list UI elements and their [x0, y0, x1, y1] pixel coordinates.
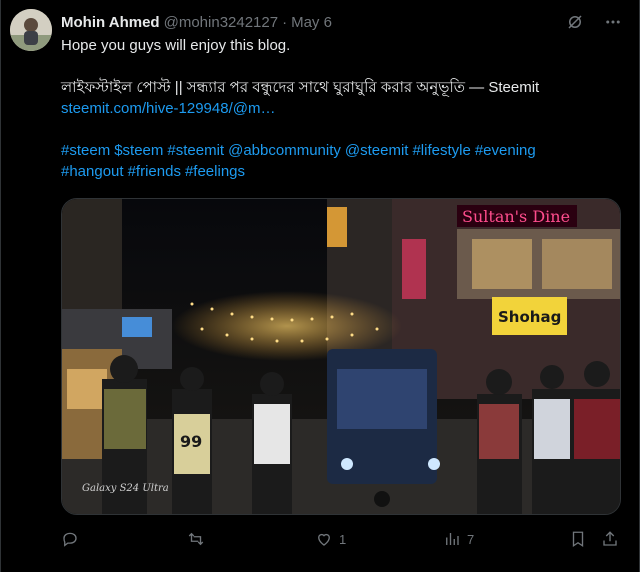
- hashtag[interactable]: #steem: [61, 142, 110, 159]
- night-street-photo: Sultan's Dine Shohag 99 Galaxy S24 Ultra: [62, 199, 620, 514]
- hashtag[interactable]: #feelings: [185, 163, 245, 180]
- like-icon: [318, 533, 330, 546]
- avatar[interactable]: [10, 9, 52, 51]
- views-button[interactable]: 7: [443, 530, 474, 548]
- mention[interactable]: @abbcommunity: [228, 142, 341, 159]
- camera-watermark: Galaxy S24 Ultra: [82, 483, 169, 494]
- share-icon: [603, 531, 617, 546]
- like-count: 1: [339, 531, 347, 547]
- bookmark-icon: [572, 531, 584, 548]
- share-button[interactable]: [601, 530, 619, 548]
- tweet-line-2: লাইফস্টাইল পোস্ট || সন্ধ্যার পর বন্ধুদের…: [61, 79, 540, 96]
- tweet-actions: 1 7: [61, 529, 623, 549]
- author-name[interactable]: Mohin Ahmed: [61, 14, 160, 31]
- header-actions: [565, 12, 623, 32]
- separator-dot: ·: [282, 13, 288, 31]
- retweet-icon: [188, 532, 204, 546]
- hashtag[interactable]: #evening: [475, 142, 536, 159]
- reply-icon: [63, 532, 77, 547]
- hashtags-line-2: #hangout #friends #feelings: [61, 161, 625, 182]
- tweet-image[interactable]: Sultan's Dine Shohag 99 Galaxy S24 Ultra: [61, 198, 621, 515]
- tweet-line-1: Hope you guys will enjoy this blog.: [61, 37, 291, 54]
- no-grok-icon[interactable]: [565, 12, 585, 32]
- avatar-photo: [10, 9, 52, 51]
- author-handle[interactable]: @mohin3242127: [164, 14, 278, 31]
- tweet-date[interactable]: May 6: [291, 14, 332, 31]
- views-count: 7: [467, 531, 475, 547]
- mention[interactable]: @steemit: [345, 142, 409, 159]
- hashtag[interactable]: #steemit: [167, 142, 224, 159]
- reply-button[interactable]: [61, 530, 85, 548]
- tweet-text: Hope you guys will enjoy this blog. লাইফ…: [61, 35, 625, 182]
- hashtag[interactable]: #lifestyle: [412, 142, 470, 159]
- hashtag[interactable]: #friends: [128, 163, 181, 180]
- tweet-card[interactable]: Mohin Ahmed @mohin3242127 · May 6 Hope y…: [0, 0, 640, 572]
- jersey-number: 99: [180, 432, 202, 451]
- retweet-button[interactable]: [187, 530, 211, 548]
- hashtags-line-1: #steem $steem #steemit @abbcommunity @steemi…: [61, 140, 625, 161]
- like-button[interactable]: 1: [315, 530, 346, 548]
- hashtag[interactable]: $steem: [114, 142, 163, 159]
- views-icon: [446, 533, 459, 545]
- hashtag[interactable]: #hangout: [61, 163, 124, 180]
- tweet-link[interactable]: steemit.com/hive-129948/@m…: [61, 100, 275, 117]
- tweet-header: Mohin Ahmed @mohin3242127 · May 6: [61, 12, 623, 32]
- more-icon[interactable]: [603, 12, 623, 32]
- bookmark-button[interactable]: [569, 530, 587, 548]
- sign-shohag: Shohag: [498, 308, 561, 326]
- sign-sultans-dine: Sultan's Dine: [462, 207, 570, 226]
